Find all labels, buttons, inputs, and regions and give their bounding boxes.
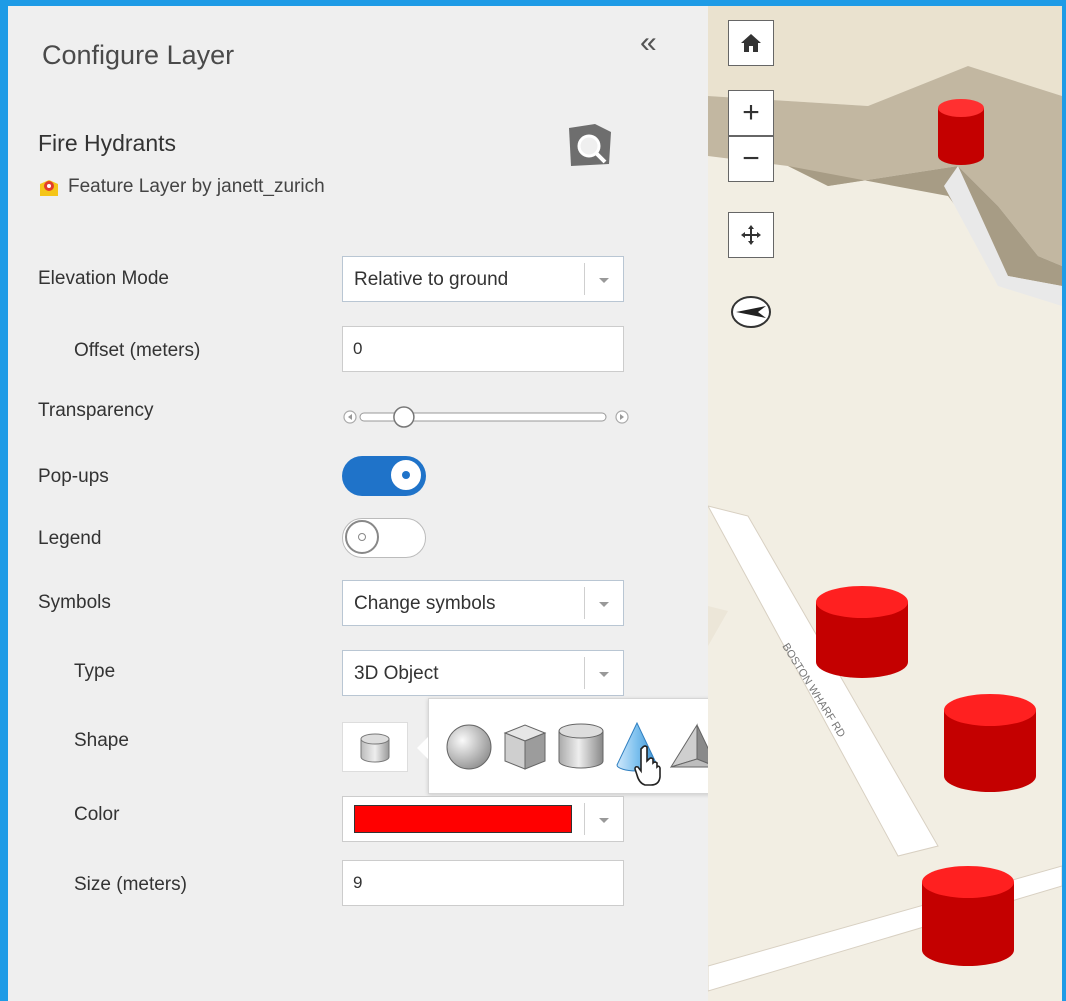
symbols-select[interactable]: Change symbols xyxy=(342,580,624,626)
legend-toggle[interactable] xyxy=(342,518,426,558)
zoom-out-button[interactable]: − xyxy=(728,136,774,182)
elevation-mode-value: Relative to ground xyxy=(354,269,509,290)
home-icon xyxy=(729,21,773,65)
layer-details-icon[interactable] xyxy=(565,122,615,168)
panel-title: Configure Layer xyxy=(42,40,235,70)
compass-icon xyxy=(731,296,771,328)
type-select[interactable]: 3D Object xyxy=(342,650,624,696)
legend-label: Legend xyxy=(38,528,102,549)
layer-subtitle-text: Feature Layer by janett_zurich xyxy=(68,176,325,197)
collapse-panel-button[interactable]: « xyxy=(640,26,657,60)
symbols-label: Symbols xyxy=(38,592,111,613)
type-value: 3D Object xyxy=(354,663,439,684)
feature-layer-icon xyxy=(38,176,60,198)
color-picker[interactable] xyxy=(342,796,624,842)
fire-hydrant-marker[interactable] xyxy=(922,866,1014,966)
pan-button[interactable] xyxy=(728,212,774,258)
toggle-knob xyxy=(345,520,379,554)
size-label: Size (meters) xyxy=(74,874,187,895)
cylinder-icon[interactable] xyxy=(555,715,607,775)
configure-layer-panel: Configure Layer « Fire Hydrants Feature … xyxy=(8,6,790,1001)
toggle-knob xyxy=(389,458,423,492)
hand-cursor-icon xyxy=(633,743,663,787)
app-frame: Configure Layer « Fire Hydrants Feature … xyxy=(8,6,1062,1001)
minus-icon: − xyxy=(742,142,760,175)
compass-button[interactable] xyxy=(728,294,774,330)
popups-label: Pop-ups xyxy=(38,466,109,487)
chevron-down-icon xyxy=(584,803,623,835)
pan-icon xyxy=(729,213,773,257)
fire-hydrant-marker[interactable] xyxy=(938,99,984,165)
shape-label: Shape xyxy=(74,730,129,751)
elevation-mode-label: Elevation Mode xyxy=(38,268,169,289)
offset-label: Offset (meters) xyxy=(74,340,201,361)
color-label: Color xyxy=(74,804,120,825)
chevron-down-icon xyxy=(584,263,623,295)
plus-icon: + xyxy=(742,96,760,129)
transparency-label: Transparency xyxy=(38,400,154,421)
home-button[interactable] xyxy=(728,20,774,66)
transparency-slider[interactable] xyxy=(342,404,632,430)
symbols-value: Change symbols xyxy=(354,593,496,614)
popups-toggle[interactable] xyxy=(342,456,426,496)
color-swatch xyxy=(354,805,572,833)
chevron-down-icon xyxy=(584,587,623,619)
size-input[interactable]: 9 xyxy=(342,860,624,906)
zoom-in-button[interactable]: + xyxy=(728,90,774,136)
layer-subtitle: Feature Layer by janett_zurich xyxy=(38,176,325,198)
chevron-down-icon xyxy=(584,657,623,689)
shape-picker-button[interactable] xyxy=(342,722,408,772)
sphere-icon[interactable] xyxy=(443,715,495,775)
fire-hydrant-marker[interactable] xyxy=(944,694,1036,792)
type-label: Type xyxy=(74,661,116,682)
cube-icon[interactable] xyxy=(499,715,551,775)
offset-input[interactable]: 0 xyxy=(342,326,624,372)
cylinder-icon xyxy=(360,733,390,763)
layer-name: Fire Hydrants xyxy=(38,130,177,156)
fire-hydrant-marker[interactable] xyxy=(816,586,908,678)
elevation-mode-select[interactable]: Relative to ground xyxy=(342,256,624,302)
